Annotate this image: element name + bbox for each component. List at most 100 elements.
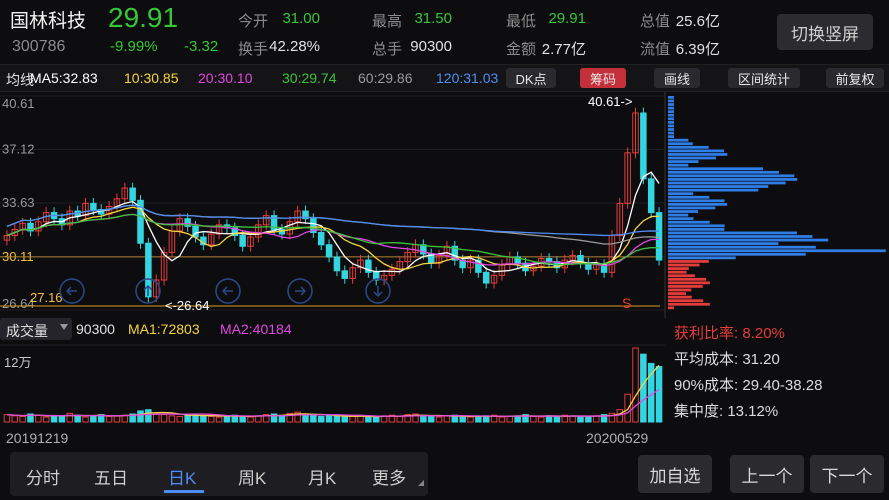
stat-value: 90300 <box>410 38 452 55</box>
arrow-circle-left-icon[interactable] <box>215 278 241 304</box>
chip-bar <box>668 206 716 210</box>
stat-value: 6.39亿 <box>675 41 720 58</box>
volume-chart[interactable] <box>0 344 665 424</box>
volume-bar <box>42 416 50 423</box>
volume-bar <box>577 416 584 423</box>
volume-bar <box>553 415 561 423</box>
period-tabs: 分时 五日 日K 周K 月K 更多 <box>10 452 428 496</box>
chip-bar <box>668 113 674 117</box>
volume-bar <box>640 353 647 423</box>
arrow-circle-left-icon[interactable] <box>59 278 85 304</box>
volume-bar <box>239 415 246 423</box>
volume-bar <box>207 415 215 423</box>
tab-4[interactable]: 月K <box>308 464 336 489</box>
chip-bar <box>668 170 780 174</box>
volume-bar <box>145 409 152 423</box>
candle <box>239 235 246 247</box>
tab-1[interactable]: 五日 <box>94 464 128 489</box>
chip-bar <box>668 267 689 270</box>
candle <box>90 202 97 211</box>
chip-bar <box>668 235 813 238</box>
previous-button[interactable]: 上一个 <box>730 455 804 493</box>
change-percent: -9.99% <box>110 38 158 55</box>
volume-bar <box>585 415 592 423</box>
date-start: 20191219 <box>6 430 69 446</box>
candle <box>640 112 647 180</box>
chip-bar <box>668 302 710 306</box>
chip-bar <box>668 242 779 245</box>
tab-5[interactable]: 更多 <box>372 464 406 489</box>
chip-bar <box>668 299 704 303</box>
chip-bar <box>668 131 674 135</box>
chip-bar <box>668 285 703 288</box>
volume-bar <box>349 415 356 423</box>
cost-line-label: 27.16 <box>30 290 63 305</box>
volume-bar <box>427 415 435 423</box>
candle <box>647 178 655 214</box>
volume-bar <box>341 416 349 423</box>
chip-bar <box>668 110 674 114</box>
chip-bar <box>668 106 674 110</box>
toolbar-button-1[interactable]: 筹码 <box>580 68 626 88</box>
price-axis-label: 37.12 <box>2 141 35 156</box>
profit-ratio-label: 获利比率: <box>674 325 743 342</box>
chip-bar <box>668 213 689 217</box>
candle <box>655 212 663 261</box>
ma-value: 30:29.74 <box>282 70 337 86</box>
date-end: 20200529 <box>586 430 649 446</box>
volume-bar <box>35 414 42 423</box>
avg-cost: 平均成本: 31.20 <box>674 351 780 368</box>
volume-current: 90300 <box>76 321 115 337</box>
tab-0[interactable]: 分时 <box>26 464 60 489</box>
add-watchlist-button[interactable]: 加自选 <box>638 455 712 493</box>
volume-bar <box>105 415 113 423</box>
chip-bar <box>668 277 707 281</box>
candle <box>129 187 136 201</box>
chip-bar <box>668 210 698 213</box>
chip-bar <box>668 245 816 249</box>
volume-bar <box>325 414 333 423</box>
chip-bar <box>668 203 728 206</box>
active-tab-indicator <box>164 490 204 493</box>
price-chart[interactable]: 40.6137.1233.6330.1126.6427.1640.61-><-2… <box>0 92 889 318</box>
chip-bar <box>668 163 689 167</box>
volume-bar <box>435 416 443 423</box>
volume-bar <box>168 415 176 423</box>
ma-value: 120:31.03 <box>436 70 499 86</box>
toolbar-button-0[interactable]: DK点 <box>506 68 556 88</box>
chip-bar <box>668 227 725 231</box>
volume-bar <box>19 415 26 423</box>
volume-selector[interactable]: 成交量 <box>0 318 72 340</box>
ma-value: 20:30.10 <box>198 70 253 86</box>
chip-bar <box>668 160 699 163</box>
arrow-circle-right-icon[interactable] <box>287 278 313 304</box>
toolbar-button-3[interactable]: 区间统计 <box>728 68 800 88</box>
ma-value: MA5:32.83 <box>30 70 98 86</box>
tab-2[interactable]: 日K <box>168 464 196 489</box>
price-axis-label: 33.63 <box>2 195 35 210</box>
next-button[interactable]: 下一个 <box>810 455 884 493</box>
switch-portrait-button[interactable]: 切换竖屏 <box>777 14 873 50</box>
tab-3[interactable]: 周K <box>238 464 266 489</box>
volume-bar <box>11 415 19 423</box>
stat-value: 31.50 <box>414 10 452 27</box>
volume-bar <box>302 414 309 423</box>
chip-bar <box>668 256 736 260</box>
volume-bar <box>137 410 144 423</box>
chip-bar <box>668 142 693 146</box>
arrow-circle-down-icon[interactable] <box>365 278 391 304</box>
toolbar-button-4[interactable]: 前复权 <box>826 68 884 88</box>
chip-bar <box>668 295 692 299</box>
volume-bar <box>66 412 74 423</box>
chip-bar <box>668 288 692 292</box>
volume-bar <box>498 416 506 423</box>
volume-bar <box>215 416 223 423</box>
volume-bar <box>184 414 191 423</box>
stat-value: 31.00 <box>282 10 320 27</box>
toolbar-button-2[interactable]: 画线 <box>654 68 700 88</box>
profit-ratio: 获利比率: 8.20% <box>674 322 785 343</box>
volume-bar <box>506 415 514 423</box>
volume-bar <box>317 415 325 423</box>
chip-bar <box>668 224 725 228</box>
volume-bar <box>82 416 89 423</box>
